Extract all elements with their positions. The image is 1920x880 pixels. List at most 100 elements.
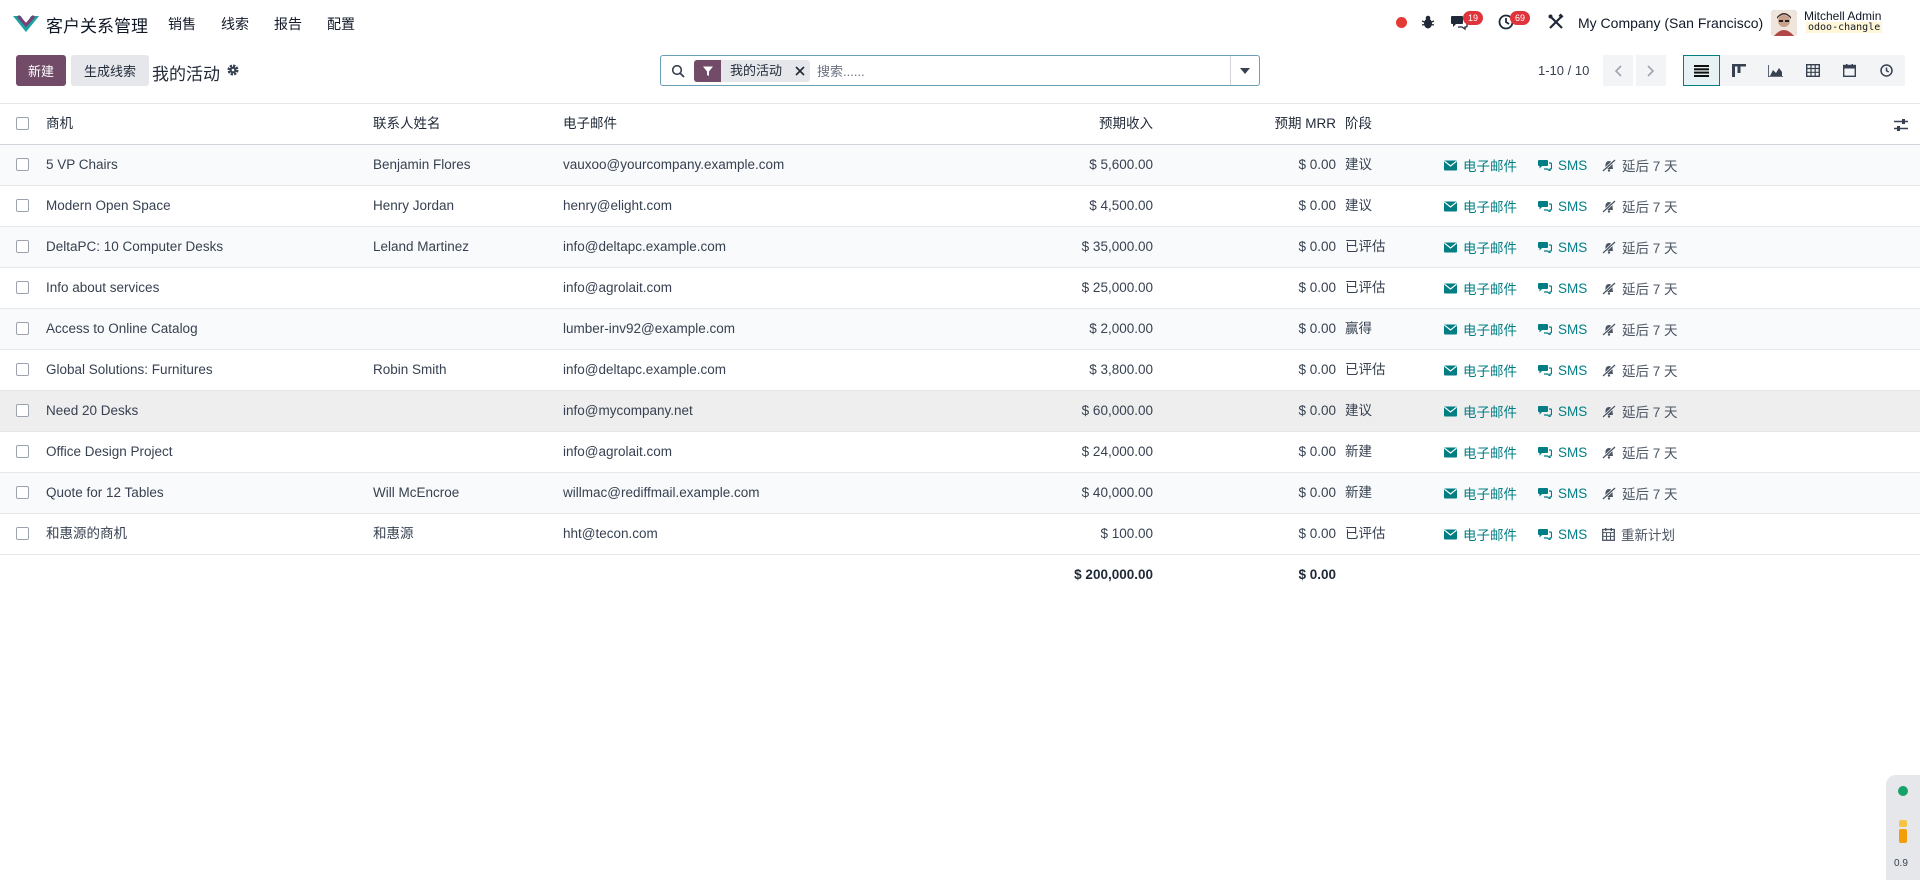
row-checkbox[interactable]: [16, 445, 29, 458]
expected-revenue[interactable]: $ 24,000.00: [980, 432, 1153, 472]
menu-configuration[interactable]: 配置: [327, 14, 355, 34]
snooze-button[interactable]: 延后 7 天: [1602, 391, 1678, 431]
email-cell[interactable]: willmac@rediffmail.example.com: [563, 473, 883, 513]
contact-name[interactable]: Henry Jordan: [373, 186, 553, 226]
column-header-expected-revenue[interactable]: 预期收入: [980, 104, 1153, 144]
email-cell[interactable]: info@agrolait.com: [563, 432, 883, 472]
email-cell[interactable]: info@agrolait.com: [563, 268, 883, 308]
user-name[interactable]: Mitchell Admin: [1804, 9, 1881, 23]
contact-name[interactable]: 和惠源: [373, 514, 553, 554]
menu-reporting[interactable]: 报告: [274, 14, 302, 34]
snooze-button[interactable]: 延后 7 天: [1602, 186, 1678, 226]
menu-leads[interactable]: 线索: [221, 14, 249, 34]
opportunity-name[interactable]: Need 20 Desks: [46, 391, 366, 431]
email-action-button[interactable]: 电子邮件: [1444, 309, 1517, 349]
snooze-button[interactable]: 延后 7 天: [1602, 432, 1678, 472]
sms-action-button[interactable]: SMS: [1538, 268, 1587, 308]
table-row[interactable]: DeltaPC: 10 Computer Desks Leland Martine…: [0, 227, 1920, 268]
email-cell[interactable]: henry@elight.com: [563, 186, 883, 226]
opportunity-name[interactable]: Global Solutions: Furnitures: [46, 350, 366, 390]
column-header-opportunity[interactable]: 商机: [46, 104, 366, 144]
column-header-contact[interactable]: 联系人姓名: [373, 104, 553, 144]
snooze-button[interactable]: 延后 7 天: [1602, 268, 1678, 308]
gear-icon[interactable]: [226, 63, 240, 77]
row-checkbox[interactable]: [16, 199, 29, 212]
table-row[interactable]: Modern Open Space Henry Jordan henry@eligh…: [0, 186, 1920, 227]
kanban-view-button[interactable]: [1720, 55, 1757, 86]
search-bar[interactable]: 我的活动: [660, 55, 1260, 86]
expected-revenue[interactable]: $ 4,500.00: [980, 186, 1153, 226]
expected-mrr[interactable]: $ 0.00: [1190, 145, 1336, 185]
activity-view-button[interactable]: [1868, 55, 1905, 86]
email-cell[interactable]: info@deltapc.example.com: [563, 227, 883, 267]
email-cell[interactable]: vauxoo@yourcompany.example.com: [563, 145, 883, 185]
pager-next-button[interactable]: [1636, 55, 1666, 86]
row-checkbox[interactable]: [16, 486, 29, 499]
email-action-button[interactable]: 电子邮件: [1444, 350, 1517, 390]
email-action-button[interactable]: 电子邮件: [1444, 473, 1517, 513]
calendar-view-button[interactable]: [1831, 55, 1868, 86]
opportunity-name[interactable]: Access to Online Catalog: [46, 309, 366, 349]
expected-mrr[interactable]: $ 0.00: [1190, 309, 1336, 349]
email-action-button[interactable]: 电子邮件: [1444, 268, 1517, 308]
app-name[interactable]: 客户关系管理: [46, 12, 148, 37]
table-row[interactable]: Global Solutions: Furnitures Robin Smith i…: [0, 350, 1920, 391]
stage-cell[interactable]: 建议: [1345, 186, 1435, 226]
sms-action-button[interactable]: SMS: [1538, 186, 1587, 226]
email-cell[interactable]: info@deltapc.example.com: [563, 350, 883, 390]
expected-revenue[interactable]: $ 5,600.00: [980, 145, 1153, 185]
stage-cell[interactable]: 赢得: [1345, 309, 1435, 349]
expected-mrr[interactable]: $ 0.00: [1190, 432, 1336, 472]
email-action-button[interactable]: 电子邮件: [1444, 432, 1517, 472]
table-row[interactable]: 和惠源的商机 和惠源 hht@tecon.com $ 100.00 $ 0.00 已评估 电…: [0, 514, 1920, 555]
stage-cell[interactable]: 建议: [1345, 391, 1435, 431]
contact-name[interactable]: [373, 391, 553, 431]
company-switcher[interactable]: My Company (San Francisco): [1578, 15, 1763, 31]
expected-revenue[interactable]: $ 40,000.00: [980, 473, 1153, 513]
snooze-button[interactable]: 延后 7 天: [1602, 227, 1678, 267]
stage-cell[interactable]: 已评估: [1345, 268, 1435, 308]
email-action-button[interactable]: 电子邮件: [1444, 514, 1517, 554]
table-row[interactable]: Quote for 12 Tables Will McEncroe willmac@…: [0, 473, 1920, 514]
sms-action-button[interactable]: SMS: [1538, 473, 1587, 513]
opportunity-name[interactable]: Quote for 12 Tables: [46, 473, 366, 513]
email-cell[interactable]: info@mycompany.net: [563, 391, 883, 431]
graph-view-button[interactable]: [1757, 55, 1794, 86]
menu-sales[interactable]: 销售: [168, 14, 196, 34]
table-row[interactable]: Access to Online Catalog lumber-inv92@exa…: [0, 309, 1920, 350]
new-button[interactable]: 新建: [16, 55, 66, 86]
contact-name[interactable]: Robin Smith: [373, 350, 553, 390]
pager-previous-button[interactable]: [1603, 55, 1633, 86]
sms-action-button[interactable]: SMS: [1538, 350, 1587, 390]
sms-action-button[interactable]: SMS: [1538, 145, 1587, 185]
contact-name[interactable]: [373, 268, 553, 308]
contact-name[interactable]: Will McEncroe: [373, 473, 553, 513]
stage-cell[interactable]: 已评估: [1345, 514, 1435, 554]
recording-indicator-icon[interactable]: [1396, 17, 1407, 28]
expected-mrr[interactable]: $ 0.00: [1190, 514, 1336, 554]
expected-revenue[interactable]: $ 2,000.00: [980, 309, 1153, 349]
select-all-checkbox[interactable]: [16, 117, 29, 130]
opportunity-name[interactable]: Office Design Project: [46, 432, 366, 472]
table-row[interactable]: 5 VP Chairs Benjamin Flores vauxoo@yourcom…: [0, 145, 1920, 186]
email-action-button[interactable]: 电子邮件: [1444, 145, 1517, 185]
expected-mrr[interactable]: $ 0.00: [1190, 268, 1336, 308]
list-view-button[interactable]: [1683, 55, 1720, 86]
snooze-button[interactable]: 延后 7 天: [1602, 309, 1678, 349]
opportunity-name[interactable]: DeltaPC: 10 Computer Desks: [46, 227, 366, 267]
expected-mrr[interactable]: $ 0.00: [1190, 473, 1336, 513]
row-checkbox[interactable]: [16, 322, 29, 335]
remove-facet-icon[interactable]: [790, 60, 810, 82]
contact-name[interactable]: Leland Martinez: [373, 227, 553, 267]
opportunity-name[interactable]: Modern Open Space: [46, 186, 366, 226]
snooze-button[interactable]: 延后 7 天: [1602, 473, 1678, 513]
pivot-view-button[interactable]: [1794, 55, 1831, 86]
expected-revenue[interactable]: $ 25,000.00: [980, 268, 1153, 308]
opportunity-name[interactable]: 5 VP Chairs: [46, 145, 366, 185]
column-header-email[interactable]: 电子邮件: [563, 104, 883, 144]
sms-action-button[interactable]: SMS: [1538, 391, 1587, 431]
expected-mrr[interactable]: $ 0.00: [1190, 186, 1336, 226]
user-avatar[interactable]: [1771, 10, 1797, 36]
row-checkbox[interactable]: [16, 363, 29, 376]
email-action-button[interactable]: 电子邮件: [1444, 227, 1517, 267]
